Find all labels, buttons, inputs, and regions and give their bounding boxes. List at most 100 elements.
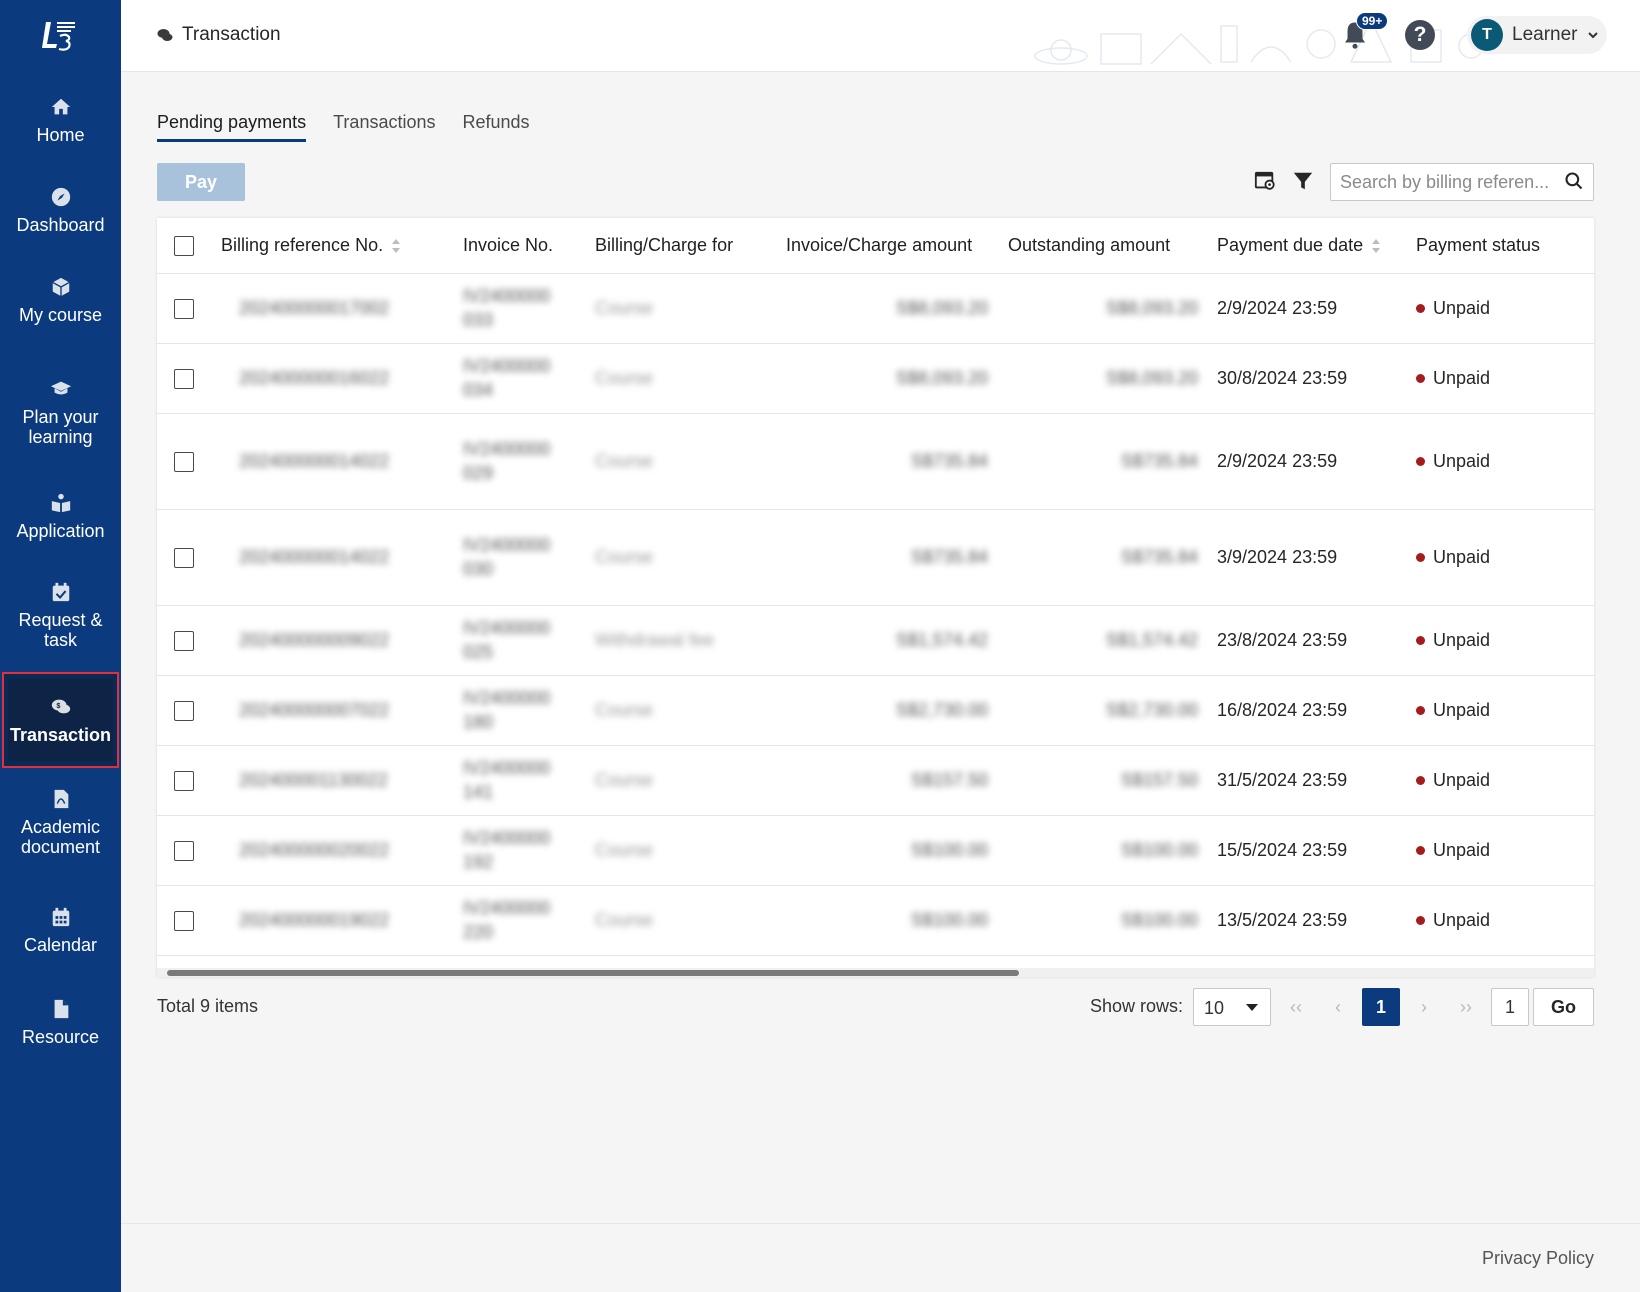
graduation-cap-icon [50, 381, 71, 394]
table-row[interactable]: 202400000017002 IV2400000 033 Course S$8,09… [157, 273, 1594, 344]
user-menu[interactable]: T Learner [1467, 16, 1607, 54]
file-icon [54, 999, 68, 1018]
row-checkbox[interactable] [174, 700, 194, 721]
charge-for-cell: Course [595, 297, 654, 318]
row-checkbox[interactable] [174, 630, 194, 651]
column-header-due-date[interactable]: Payment due date [1204, 218, 1413, 274]
tab-refunds[interactable]: Refunds [462, 112, 529, 142]
prev-page-icon[interactable]: ‹ [1328, 988, 1348, 1026]
status-dot [1416, 846, 1425, 856]
invoice-cell: IV2400000 180 [463, 688, 551, 732]
row-checkbox[interactable] [174, 840, 194, 861]
sort-icon[interactable] [1371, 238, 1381, 254]
show-rows-label: Show rows: [1090, 996, 1184, 1016]
sort-icon[interactable] [391, 238, 401, 254]
due-date-cell: 30/8/2024 23:59 [1217, 367, 1348, 388]
tab-pending-payments[interactable]: Pending payments [157, 112, 307, 142]
outstanding-amount-cell: S$100.00 [1120, 909, 1198, 930]
status-badge: Unpaid [1433, 546, 1491, 567]
charge-for-cell: Course [595, 546, 654, 567]
row-checkbox[interactable] [174, 547, 194, 568]
column-header-billing-ref[interactable]: Billing reference No. [221, 218, 463, 274]
table-row[interactable]: 202400000014022 IV2400000 029 Course S$735.… [157, 413, 1594, 510]
sidebar-item-application[interactable]: Application [4, 484, 117, 548]
row-checkbox[interactable] [174, 910, 194, 931]
horizontal-scrollbar[interactable] [157, 968, 1594, 977]
due-date-cell: 16/8/2024 23:59 [1217, 699, 1348, 720]
due-date-cell: 13/5/2024 23:59 [1217, 909, 1348, 930]
go-button[interactable]: Go [1533, 988, 1594, 1026]
sidebar-item-my-course[interactable]: My course [4, 268, 117, 332]
page-number-current[interactable]: 1 [1362, 988, 1400, 1026]
status-badge: Unpaid [1433, 450, 1491, 471]
row-checkbox[interactable] [174, 298, 194, 319]
charge-for-cell: Course [595, 769, 654, 790]
charge-for-cell: Course [595, 699, 654, 720]
page-title: Transaction [156, 24, 281, 46]
pay-button[interactable]: Pay [157, 163, 245, 201]
table-header-row: Billing reference No. Invoice No. Billin… [157, 218, 1594, 274]
svg-text:$: $ [56, 700, 60, 709]
due-date-cell: 31/5/2024 23:59 [1217, 769, 1348, 790]
row-checkbox[interactable] [174, 368, 194, 389]
billing-ref-cell: 202400000009022 [239, 629, 390, 650]
invoice-amount-cell: S$157.50 [910, 769, 988, 790]
sidebar-item-calendar[interactable]: Calendar [4, 898, 117, 962]
first-page-icon[interactable]: ‹‹ [1286, 988, 1306, 1026]
outstanding-amount-cell: S$735.84 [1120, 546, 1198, 567]
coin-chat-icon: $ [51, 699, 70, 713]
billing-ref-cell: 202400000017002 [239, 297, 390, 318]
tab-transactions[interactable]: Transactions [333, 112, 435, 142]
billing-ref-cell: 202400000016022 [239, 367, 390, 388]
invoice-amount-cell: S$8,093.20 [895, 297, 988, 318]
table-row[interactable]: 202400000007022 IV2400000 180 Course S$2,73… [157, 675, 1594, 746]
rows-per-page-select[interactable]: 10 [1193, 988, 1271, 1026]
sidebar-item-transaction[interactable]: $ Transaction [2, 672, 119, 768]
billing-ref-cell: 202400000007022 [239, 699, 390, 720]
help-icon[interactable]: ? [1405, 20, 1435, 50]
table-row[interactable]: 202400001130022 IV2400000 141 Course S$157.… [157, 745, 1594, 816]
next-page-icon[interactable]: › [1414, 988, 1434, 1026]
invoice-cell: IV2400000 220 [463, 898, 551, 942]
table-row[interactable]: 202400000009022 IV2400000 025 Withdrawal f… [157, 605, 1594, 676]
status-dot [1416, 553, 1425, 563]
invoice-amount-cell: S$100.00 [910, 909, 988, 930]
status-badge: Unpaid [1433, 367, 1491, 388]
sidebar-item-plan-your-learning[interactable]: Plan your learning [4, 370, 117, 454]
invoice-cell: IV2400000 025 [463, 618, 551, 662]
billing-ref-cell: 202400000019022 [239, 909, 390, 930]
column-settings-icon[interactable] [1254, 170, 1276, 192]
filter-icon[interactable] [1292, 170, 1314, 192]
footer: Privacy Policy [121, 1223, 1640, 1292]
outstanding-amount-cell: S$8,093.20 [1105, 297, 1198, 318]
status-badge: Unpaid [1433, 909, 1491, 930]
invoice-cell: IV2400000 030 [463, 535, 551, 579]
row-checkbox[interactable] [174, 770, 194, 791]
goto-page-input[interactable]: 1 [1491, 988, 1529, 1026]
table-row[interactable]: 202400000019022 IV2400000 220 Course S$100.… [157, 885, 1594, 956]
due-date-cell: 2/9/2024 23:59 [1217, 297, 1338, 318]
top-bar: Transaction 99+ ? T Learner [121, 0, 1640, 72]
row-checkbox[interactable] [174, 451, 194, 472]
table-row[interactable]: 202400000016022 IV2400000 034 Course S$8,09… [157, 343, 1594, 414]
sidebar-item-dashboard[interactable]: Dashboard [4, 178, 117, 242]
sidebar-item-label: Request & task [18, 609, 103, 650]
sidebar-item-label: Plan your learning [22, 406, 99, 447]
column-header-invoice: Invoice No. [463, 218, 595, 274]
sidebar-item-home[interactable]: Home [4, 88, 117, 152]
privacy-policy-link[interactable]: Privacy Policy [1482, 1248, 1594, 1269]
scrollbar-thumb[interactable] [167, 970, 1019, 976]
invoice-amount-cell: S$2,730.00 [895, 699, 988, 720]
last-page-icon[interactable]: ›› [1456, 988, 1476, 1026]
sidebar-item-academic-document[interactable]: Academic document [4, 784, 117, 860]
select-all-checkbox[interactable] [174, 235, 194, 256]
search-icon[interactable] [1564, 171, 1584, 191]
table-row[interactable]: 202400000020022 IV2400000 192 Course S$100.… [157, 815, 1594, 886]
sidebar-item-request-task[interactable]: Request & task [4, 578, 117, 652]
tab-bar: Pending payments Transactions Refunds [157, 112, 530, 142]
table-row[interactable]: 202400000014022 IV2400000 030 Course S$735.… [157, 509, 1594, 606]
sidebar-item-resource[interactable]: Resource [4, 990, 117, 1054]
education-doodle-decoration [1034, 18, 1484, 65]
search-input[interactable] [1330, 163, 1594, 201]
status-badge: Unpaid [1433, 769, 1491, 790]
